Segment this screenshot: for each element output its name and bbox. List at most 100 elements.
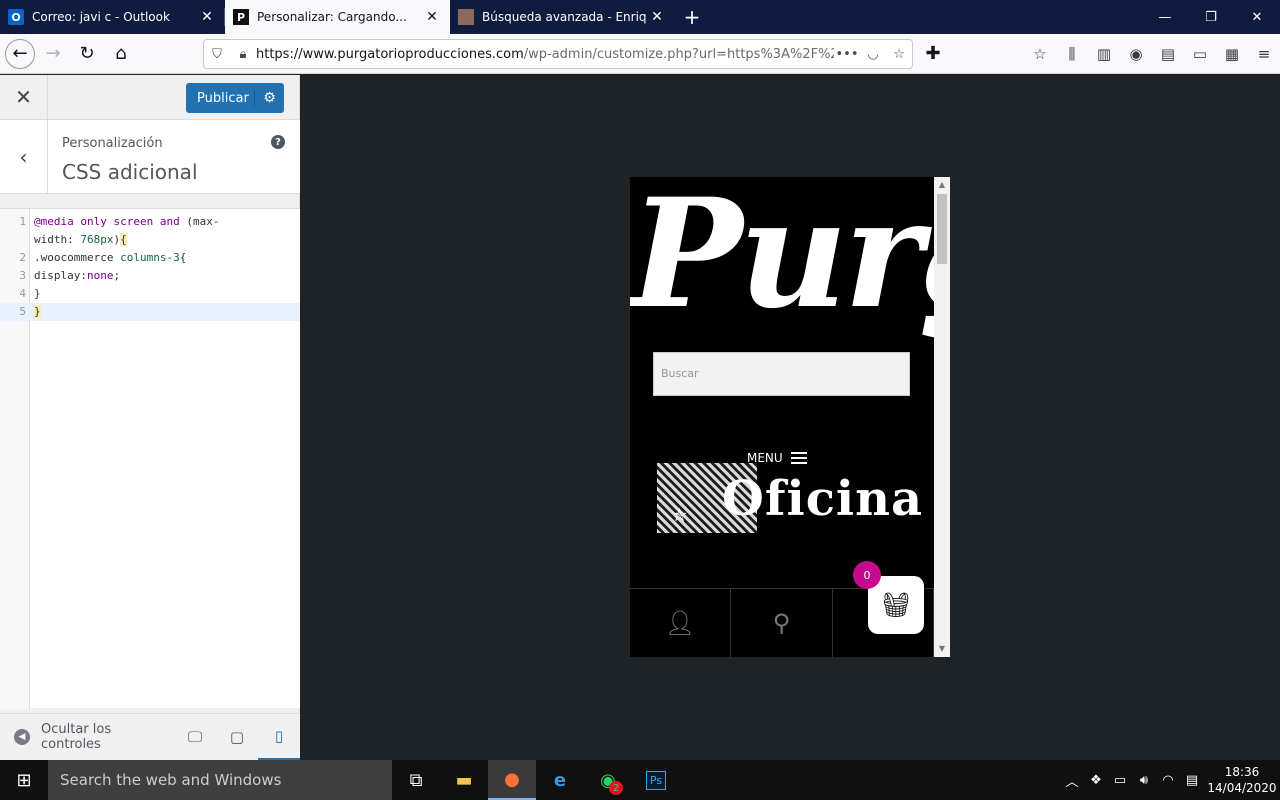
- preview-scrollbar[interactable]: ▲ ▼: [934, 177, 950, 657]
- code-token: columns-3: [120, 251, 180, 264]
- code-line[interactable]: 1 @media only screen and (max-: [0, 213, 300, 231]
- home-icon[interactable]: ⌂: [105, 38, 137, 70]
- forward-icon[interactable]: →: [37, 38, 69, 70]
- close-tab-icon[interactable]: ✕: [197, 9, 217, 25]
- chevron-up-icon[interactable]: ︿: [1060, 771, 1084, 790]
- code-line[interactable]: width: 768px){: [0, 231, 300, 249]
- edge-icon[interactable]: e: [536, 760, 584, 800]
- code-line[interactable]: 3 display:none;: [0, 267, 300, 285]
- scroll-down-icon[interactable]: ▼: [934, 641, 950, 657]
- photoshop-icon[interactable]: Ps: [632, 760, 680, 800]
- code-token: screen: [113, 215, 154, 228]
- code-line[interactable]: 2 .woocommerce columns-3{: [0, 249, 300, 267]
- code-text: }: [34, 285, 41, 303]
- code-token: only: [80, 215, 107, 228]
- code-token: ;: [113, 269, 121, 282]
- cart-count-badge: 0: [853, 561, 881, 589]
- section-title: CSS adicional: [62, 160, 198, 184]
- photoshop-label: Ps: [645, 770, 667, 790]
- close-customizer-icon[interactable]: ✕: [0, 74, 48, 120]
- task-view-icon[interactable]: ⧉: [392, 760, 440, 800]
- screenshot-icon[interactable]: ▭: [1184, 38, 1216, 70]
- desktop-preview-icon[interactable]: 🖵︎: [174, 714, 216, 761]
- back-chevron-icon[interactable]: ‹: [0, 120, 48, 194]
- clock-date: 14/04/2020: [1207, 781, 1277, 795]
- menu-icon[interactable]: ≡: [1248, 38, 1280, 70]
- library-icon[interactable]: ⫼: [1056, 38, 1088, 70]
- battery-icon[interactable]: ▭: [1108, 773, 1132, 788]
- code-token: (max-: [179, 215, 220, 228]
- page-actions-icon[interactable]: •••: [834, 47, 860, 62]
- account-icon[interactable]: ◉: [1120, 38, 1152, 70]
- close-tab-icon[interactable]: ✕: [422, 9, 442, 25]
- site-search-input[interactable]: Buscar: [653, 352, 910, 396]
- scroll-up-icon[interactable]: ▲: [934, 177, 950, 193]
- volume-icon[interactable]: 🔊︎: [1132, 773, 1156, 788]
- user-icon[interactable]: 👤︎: [630, 589, 732, 657]
- new-tab-button[interactable]: +: [675, 0, 709, 34]
- css-code-editor[interactable]: 1 @media only screen and (max-width: 768p…: [0, 208, 300, 709]
- sidebar-icon[interactable]: ▥: [1088, 38, 1120, 70]
- line-number: 1: [19, 215, 26, 228]
- clock[interactable]: 18:36 14/04/2020: [1204, 764, 1280, 796]
- line-number: 5: [19, 305, 26, 318]
- code-token: {: [120, 233, 127, 246]
- whatsapp-icon[interactable]: ◉ 2: [584, 760, 632, 800]
- restore-icon[interactable]: ❐: [1188, 0, 1234, 34]
- oficina-banner[interactable]: ✯ Oficina: [652, 459, 922, 535]
- gear-icon[interactable]: ⚙: [254, 90, 284, 106]
- tab-customizer[interactable]: P Personalizar: Cargando... ✕: [225, 0, 450, 34]
- windows-start-icon[interactable]: ⊞: [0, 760, 48, 800]
- outlook-icon: O: [8, 9, 24, 25]
- search-icon[interactable]: ⚲: [731, 589, 833, 657]
- bookmark-star-icon[interactable]: ☆: [886, 47, 912, 62]
- firefox-icon[interactable]: ●: [488, 760, 536, 800]
- tablet-preview-icon[interactable]: ▢: [216, 714, 258, 761]
- collapse-icon[interactable]: ◀: [14, 729, 30, 745]
- code-line[interactable]: 4}: [0, 285, 300, 303]
- extensions-icon[interactable]: ✚: [917, 38, 949, 70]
- shield-icon[interactable]: ⛉: [204, 47, 230, 62]
- whatsapp-badge: 2: [609, 781, 623, 795]
- dropbox-icon[interactable]: ❖: [1084, 773, 1108, 788]
- code-text: @media only screen and (max-: [34, 213, 220, 231]
- addon-icon[interactable]: ▦: [1216, 38, 1248, 70]
- notification-icon[interactable]: ▤: [1180, 773, 1204, 788]
- back-icon[interactable]: ←: [5, 38, 35, 69]
- minimize-icon[interactable]: —: [1142, 0, 1188, 34]
- pocket-icon[interactable]: ◡: [860, 47, 886, 62]
- publish-button[interactable]: Publicar ⚙: [186, 83, 284, 113]
- close-window-icon[interactable]: ✕: [1234, 0, 1280, 34]
- customizer-footer: ◀ Ocultar los controles 🖵︎ ▢ ▯: [0, 713, 300, 761]
- code-text: width: 768px){: [34, 231, 127, 249]
- customizer-sidebar: ✕ Publicar ⚙ ‹ Personalización CSS adici…: [0, 74, 300, 761]
- file-explorer-icon[interactable]: ▬: [440, 760, 488, 800]
- downloads-icon[interactable]: ☆: [1024, 38, 1056, 70]
- tab-title: Personalizar: Cargando...: [257, 10, 407, 24]
- code-line[interactable]: 5}: [0, 303, 300, 321]
- code-token: {: [179, 251, 187, 264]
- help-icon[interactable]: ?: [271, 135, 285, 149]
- tab-busqueda[interactable]: Búsqueda avanzada - Enrique J ✕: [450, 0, 675, 34]
- tab-outlook[interactable]: O Correo: javi c - Outlook ✕: [0, 0, 225, 34]
- site-logo[interactable]: Purga: [630, 179, 950, 329]
- code-token: display:: [34, 269, 87, 282]
- code-token: and: [159, 215, 180, 228]
- url-bar[interactable]: ⛉ 🔒︎ https://www.purgatorioproducciones.…: [203, 39, 913, 69]
- close-tab-icon[interactable]: ✕: [647, 9, 667, 25]
- clock-time: 18:36: [1224, 765, 1260, 779]
- tab-title: Búsqueda avanzada - Enrique J: [482, 10, 647, 24]
- taskbar-search[interactable]: Search the web and Windows: [48, 760, 392, 800]
- code-text: .woocommerce columns-3{: [34, 249, 186, 267]
- basket-icon: 🧺︎: [880, 591, 912, 619]
- reload-icon[interactable]: ↻: [71, 38, 103, 70]
- url-text[interactable]: https://www.purgatorioproducciones.com/w…: [256, 47, 834, 62]
- line-number: 3: [19, 269, 26, 282]
- lock-icon[interactable]: 🔒︎: [230, 47, 256, 62]
- hide-controls-button[interactable]: Ocultar los controles: [41, 722, 174, 752]
- containers-icon[interactable]: ▤: [1152, 38, 1184, 70]
- scroll-thumb[interactable]: [937, 194, 947, 264]
- wifi-icon[interactable]: ◠: [1156, 773, 1180, 788]
- mobile-preview-icon[interactable]: ▯: [258, 714, 300, 761]
